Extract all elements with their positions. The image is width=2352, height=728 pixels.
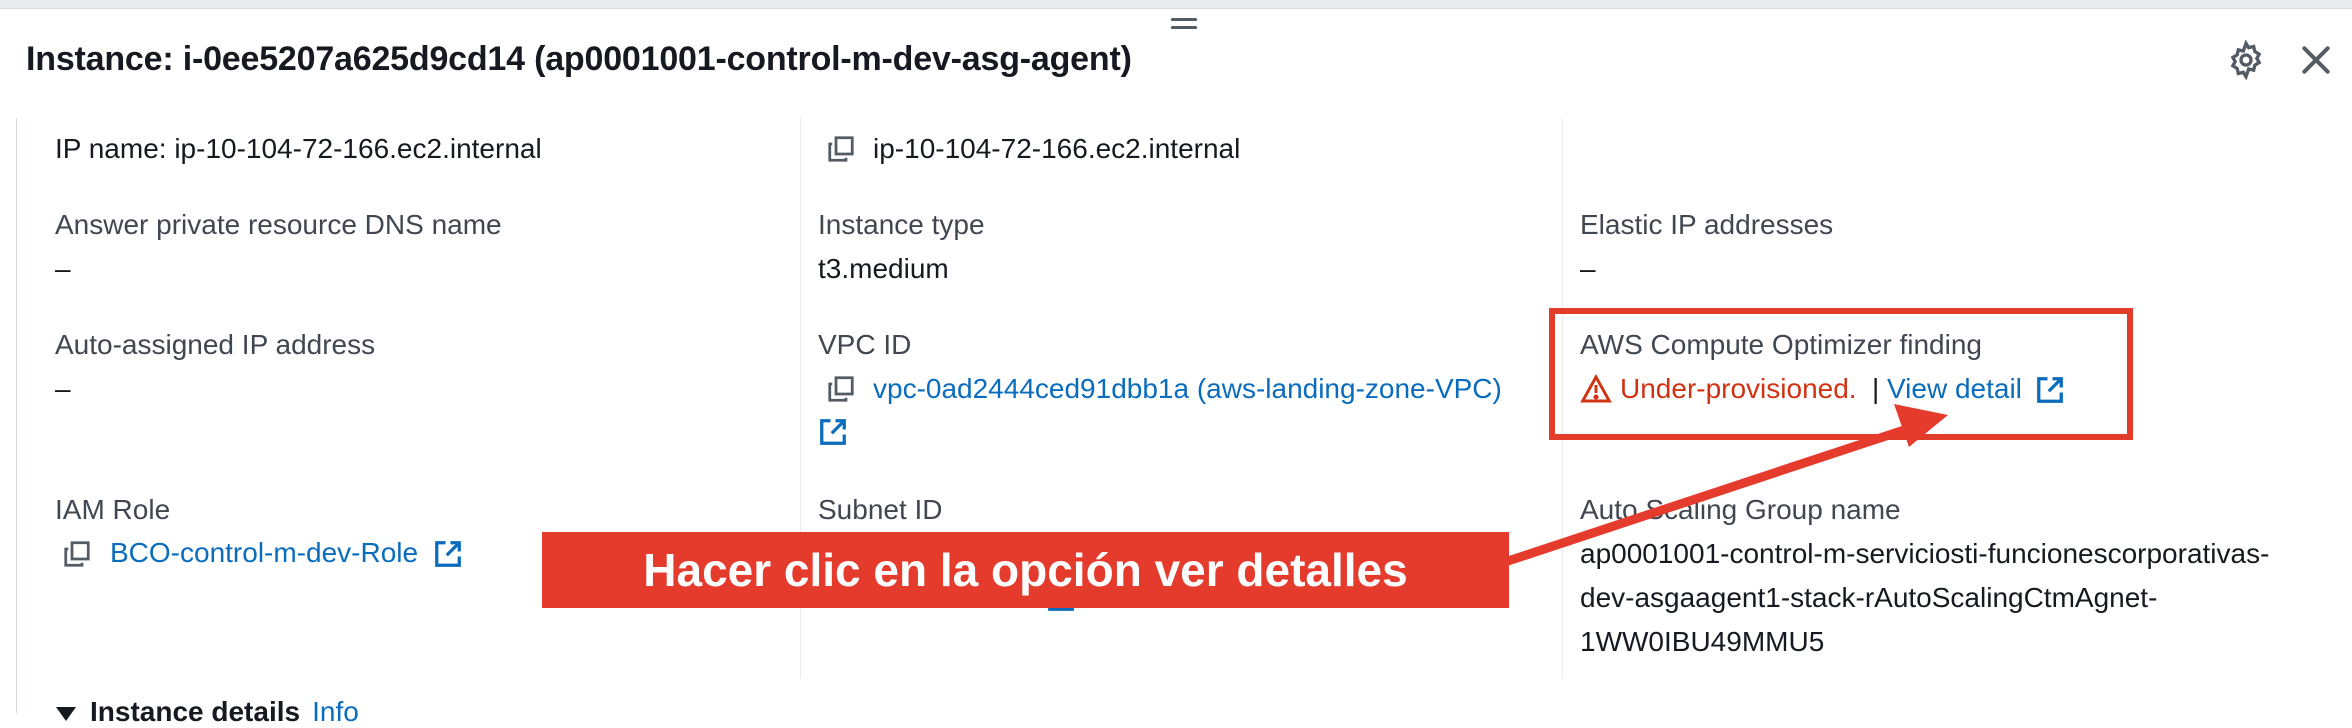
caret-down-icon (56, 706, 76, 721)
iam-role-link[interactable]: BCO-control-m-dev-Role (110, 537, 418, 569)
subnet-id-label: Subnet ID (818, 494, 943, 525)
asg-name-line: dev-asgaagent1-stack-rAutoScalingCtmAgne… (1580, 582, 2158, 613)
close-icon[interactable] (2296, 40, 2336, 80)
elastic-ip-label: Elastic IP addresses (1580, 209, 1834, 240)
answer-dns-value: – (55, 253, 71, 284)
highlight-box (1549, 308, 2133, 440)
copy-icon[interactable] (826, 374, 856, 404)
copy-icon[interactable] (826, 134, 856, 164)
info-link[interactable]: Info (312, 696, 359, 727)
callout-label: Hacer clic en la opción ver detalles (542, 532, 1509, 608)
iam-role-label: IAM Role (55, 494, 171, 525)
drag-handle-icon[interactable] (1171, 18, 1197, 32)
auto-ip-label: Auto-assigned IP address (55, 329, 376, 360)
vpc-id-label: VPC ID (818, 329, 912, 360)
section-title: Instance details (90, 696, 301, 727)
vpc-id-link[interactable]: vpc-0ad2444ced91dbb1a (aws-landing-zone-… (873, 373, 1502, 405)
panel-top-border (0, 0, 2352, 9)
external-link-icon[interactable] (433, 539, 463, 569)
elastic-ip-value: – (1580, 253, 1596, 284)
asg-name-label: Auto Scaling Group name (1580, 494, 1901, 525)
auto-ip-value: – (55, 373, 71, 404)
external-link-icon[interactable] (818, 417, 848, 447)
asg-name-line: ap0001001-control-m-serviciosti-funcione… (1580, 538, 2270, 569)
instance-type-value: t3.medium (818, 253, 949, 284)
panel-title: Instance: i-0ee5207a625d9cd14 (ap0001001… (26, 40, 1132, 78)
copy-icon[interactable] (62, 539, 92, 569)
gear-icon[interactable] (2226, 39, 2266, 81)
instance-details-header[interactable]: Instance details Info (56, 696, 359, 728)
private-dns-value: ip-10-104-72-166.ec2.internal (873, 133, 1241, 164)
ip-name-value: IP name: ip-10-104-72-166.ec2.internal (55, 133, 542, 164)
asg-name-line: 1WW0IBU49MMU5 (1580, 626, 1825, 657)
answer-dns-label: Answer private resource DNS name (55, 209, 502, 240)
instance-type-label: Instance type (818, 209, 985, 240)
